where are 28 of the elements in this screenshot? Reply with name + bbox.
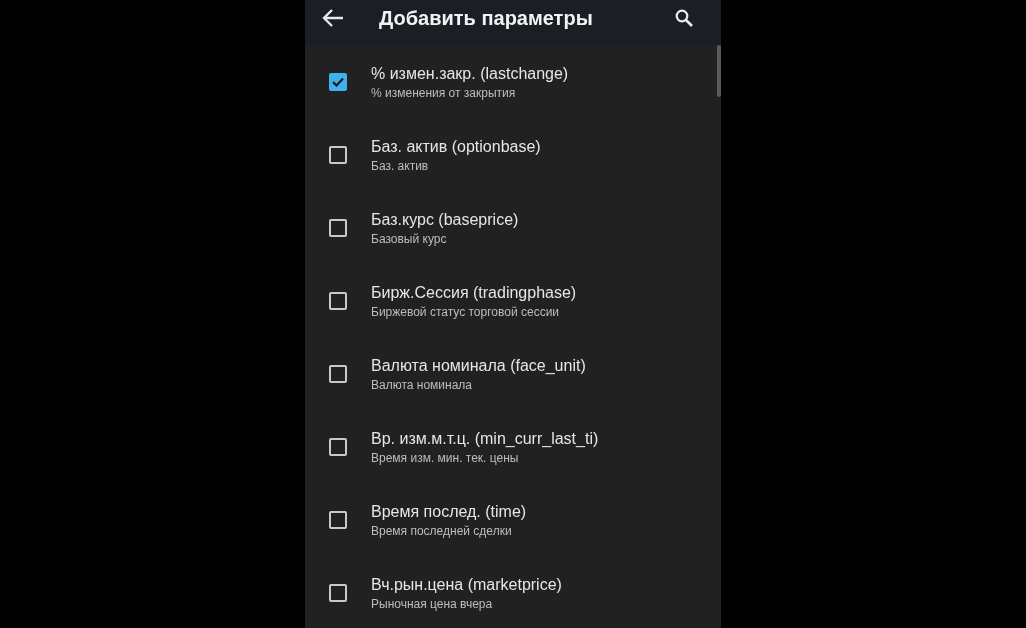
parameter-title: Вр. изм.м.т.ц. (min_curr_last_ti) xyxy=(371,430,599,448)
search-icon[interactable] xyxy=(675,9,693,27)
parameter-title: Время послед. (time) xyxy=(371,503,527,521)
parameter-description: Базовый курс xyxy=(371,232,448,246)
parameter-title: Вч.рын.цена (marketprice) xyxy=(371,576,562,594)
parameter-description: Баз. актив xyxy=(371,159,430,173)
checkbox[interactable] xyxy=(329,291,347,310)
checkbox[interactable] xyxy=(329,218,347,237)
screen-title: Добавить параметры xyxy=(379,6,594,30)
checkbox[interactable] xyxy=(329,72,347,91)
parameter-title: Баз.курс (baseprice) xyxy=(371,211,519,229)
scrollbar[interactable] xyxy=(717,45,721,97)
checkbox[interactable] xyxy=(329,510,347,529)
checkbox[interactable] xyxy=(329,145,347,164)
parameter-description: Рыночная цена вчера xyxy=(371,597,494,611)
parameter-description: Время последней сделки xyxy=(371,524,513,538)
parameter-title: % измен.закр. (lastchange) xyxy=(371,65,569,83)
checkbox[interactable] xyxy=(329,437,347,456)
checkbox[interactable] xyxy=(329,364,347,383)
parameter-description: Время изм. мин. тек. цены xyxy=(371,451,520,465)
parameter-description: Валюта номинала xyxy=(371,378,473,392)
parameter-description: Биржевой статус торговой сессии xyxy=(371,305,561,319)
parameter-title: Бирж.Сессия (tradingphase) xyxy=(371,284,577,302)
parameter-description: % изменения от закрытия xyxy=(371,86,517,100)
back-icon[interactable] xyxy=(321,8,345,28)
parameter-title: Валюта номинала (face_unit) xyxy=(371,357,586,375)
checkbox[interactable] xyxy=(329,583,347,602)
parameter-title: Баз. актив (optionbase) xyxy=(371,138,541,156)
